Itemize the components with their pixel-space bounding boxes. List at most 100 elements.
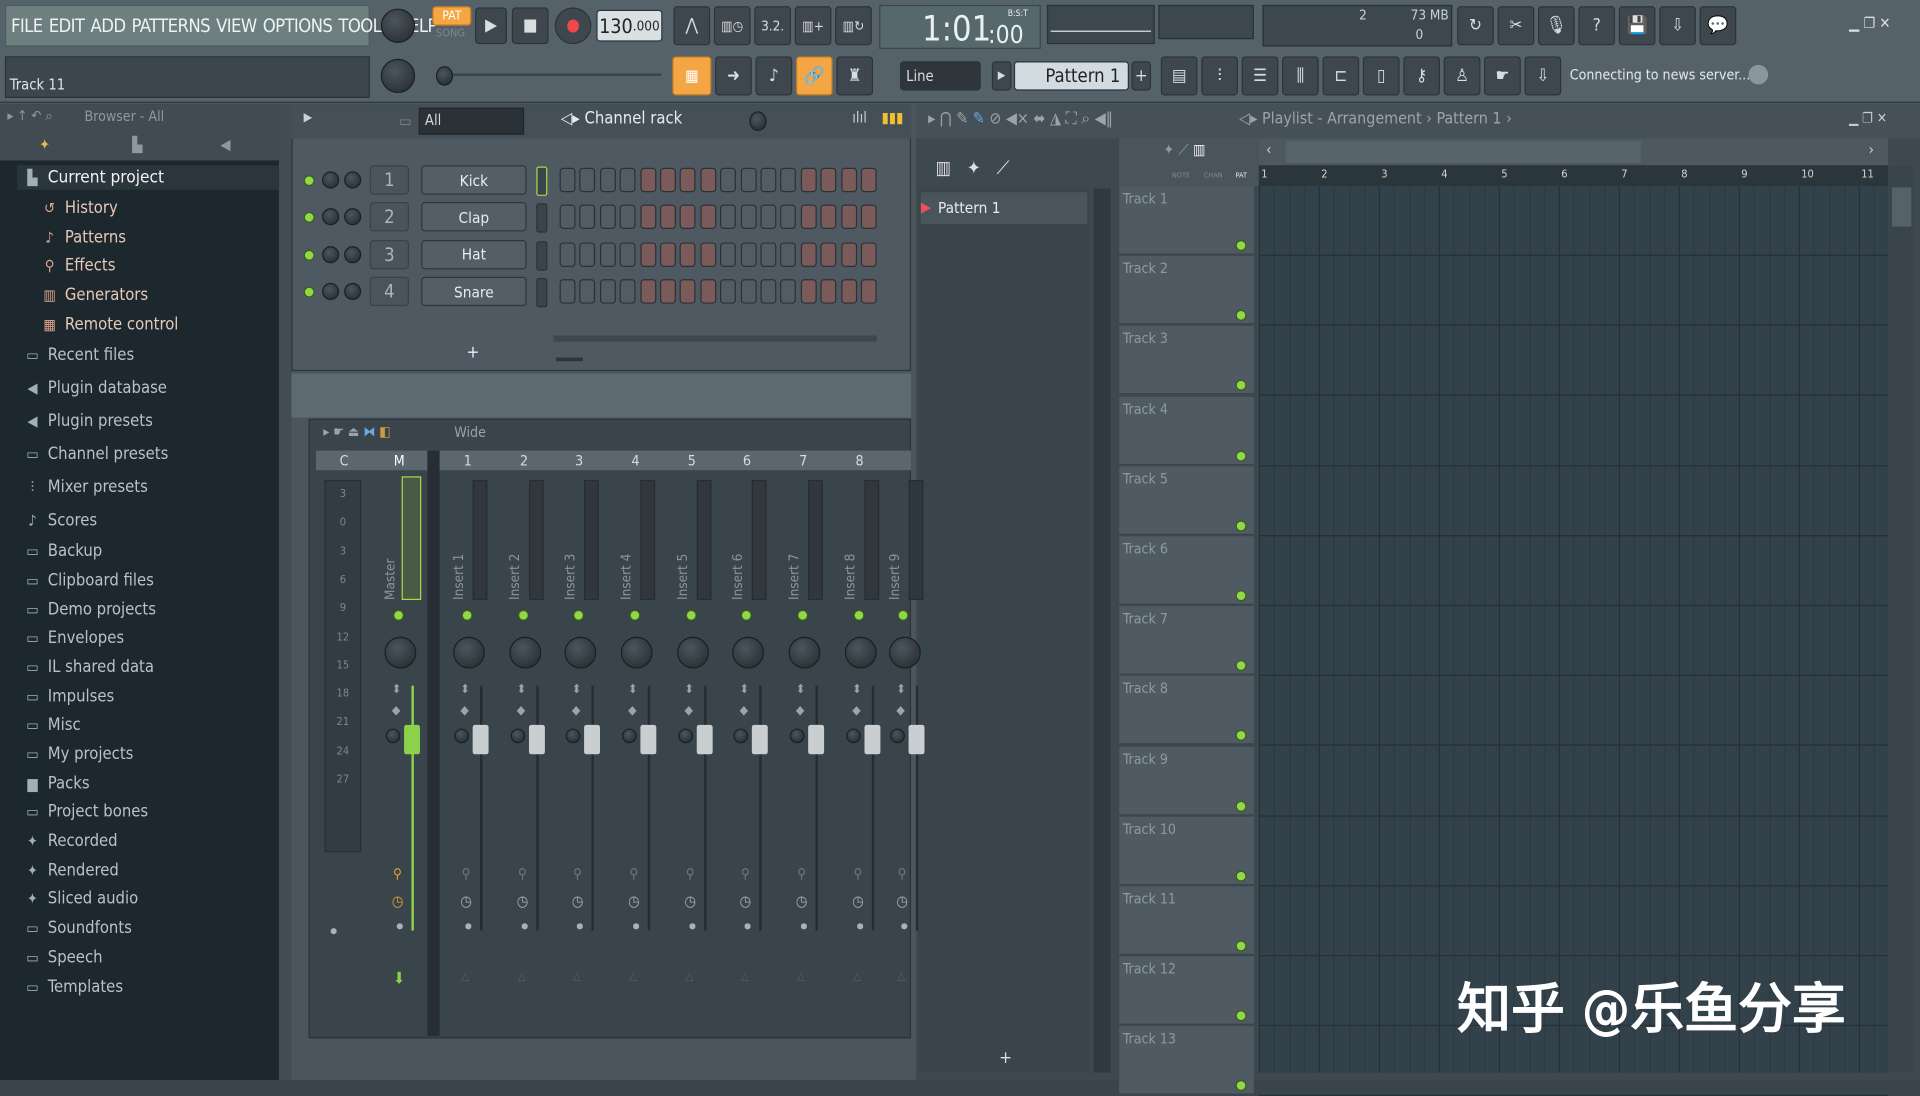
strip-enable-led[interactable] xyxy=(393,609,405,621)
main-volume-knob[interactable] xyxy=(380,8,416,43)
strip-name[interactable]: Insert 5 xyxy=(675,554,691,600)
browser-item-misc[interactable]: ▭ Misc xyxy=(24,715,80,735)
strip-pan-knob[interactable] xyxy=(384,636,417,669)
mixer-header-2[interactable]: 2 xyxy=(514,452,534,469)
strip-send-arrow[interactable]: △ xyxy=(462,971,470,983)
tempo-field[interactable]: 130.000 xyxy=(596,9,663,42)
strip-stereo-knob[interactable] xyxy=(565,728,581,744)
strip-stereo-icon[interactable]: ⬍ xyxy=(628,683,637,696)
strip-volume-fader[interactable] xyxy=(584,724,601,755)
track-header[interactable]: Track 8 xyxy=(1119,676,1254,745)
strip-stereo-icon[interactable]: ⬍ xyxy=(896,683,905,696)
strip-stereo-icon[interactable]: ⬍ xyxy=(392,683,401,696)
strip-name[interactable]: Insert 8 xyxy=(842,554,858,600)
channel-mixer-track[interactable]: 2 xyxy=(369,202,409,232)
mixer-layout-select[interactable]: Wide xyxy=(454,424,486,441)
strip-pan-knob[interactable] xyxy=(732,636,765,669)
ruler-bar-7[interactable]: 7 xyxy=(1621,169,1627,181)
timeline-ruler[interactable] xyxy=(1258,165,1889,187)
strip-enable-led[interactable] xyxy=(853,609,865,621)
browser-item-demo-projects[interactable]: ▭ Demo projects xyxy=(24,600,156,620)
window-controls[interactable]: ▁ ❐ ✕ xyxy=(1849,15,1890,32)
files-tab-icon[interactable]: ▙ xyxy=(132,136,142,153)
step-button[interactable] xyxy=(760,242,777,267)
channel-button-hat[interactable]: Hat xyxy=(421,239,527,270)
channel-button-snare[interactable]: Snare xyxy=(421,276,527,307)
browser-item-sliced-audio[interactable]: ✦ Sliced audio xyxy=(24,889,138,909)
step-button[interactable] xyxy=(800,242,817,267)
track-header[interactable]: Track 4 xyxy=(1119,396,1254,465)
step-button[interactable] xyxy=(760,167,777,193)
channel-mixer-track[interactable]: 4 xyxy=(369,276,409,307)
rack-menu-arrow[interactable]: ▶ xyxy=(304,111,312,124)
channel-button-clap[interactable]: Clap xyxy=(421,202,527,232)
strip-arm-icon[interactable]: ⚲ xyxy=(629,866,638,882)
browser-item-history[interactable]: ↺ History xyxy=(42,198,118,218)
step-button[interactable] xyxy=(740,242,757,267)
step-button[interactable] xyxy=(720,279,737,304)
browser-item-mixer-presets[interactable]: ⫶ Mixer presets xyxy=(24,478,148,498)
step-button[interactable] xyxy=(840,279,857,304)
add-pattern-button[interactable]: + xyxy=(1131,61,1152,91)
strip-stereo-knob[interactable] xyxy=(385,728,401,744)
step-button[interactable] xyxy=(619,167,636,193)
strip-arm-icon[interactable]: ⚲ xyxy=(518,866,527,882)
wait-input-button[interactable]: ▥◷ xyxy=(713,6,751,46)
mode-pat[interactable]: PAT xyxy=(1236,171,1248,180)
browser-item-il-shared-data[interactable]: ▭ IL shared data xyxy=(24,658,154,678)
strip-latency-icon[interactable]: ◷ xyxy=(796,893,808,910)
step-button[interactable] xyxy=(780,279,797,304)
step-button[interactable] xyxy=(860,242,877,267)
mode-note[interactable]: NOTE xyxy=(1172,171,1190,180)
playlist-tool-icons[interactable]: ▸ ⋂ ✎ ✎ ⊘ ◀× ⬌ ◮ ⛶ ⌕ ◀‖ xyxy=(928,110,1113,128)
record-button[interactable]: ● xyxy=(554,7,592,45)
strip-pan-knob[interactable] xyxy=(844,636,877,669)
step-button[interactable] xyxy=(780,204,797,230)
strip-route-dot[interactable] xyxy=(465,923,472,930)
strip-send-arrow[interactable]: △ xyxy=(853,971,861,983)
strip-arm-icon[interactable]: ⚲ xyxy=(686,866,695,882)
strip-stereo-icon[interactable]: ⬍ xyxy=(796,683,805,696)
snap-selector[interactable]: Line xyxy=(900,61,981,91)
strip-swap-icon[interactable]: ◆ xyxy=(896,704,904,717)
step-button[interactable] xyxy=(780,242,797,267)
step-button[interactable] xyxy=(579,279,596,304)
swing-knob[interactable] xyxy=(749,111,767,132)
channel-volume-knob[interactable] xyxy=(344,171,362,189)
strip-route-dot[interactable] xyxy=(521,923,528,930)
channel-mixer-track[interactable]: 3 xyxy=(369,239,409,270)
strip-name[interactable]: Insert 4 xyxy=(618,554,634,600)
strip-swap-icon[interactable]: ◆ xyxy=(684,704,692,717)
step-button[interactable] xyxy=(820,279,837,304)
arrangement-grid[interactable] xyxy=(1258,186,1906,1096)
step-button[interactable] xyxy=(700,204,717,230)
typing-keyboard-button[interactable]: ♪ xyxy=(755,56,793,96)
strip-route-dot[interactable] xyxy=(901,923,908,930)
step-button[interactable] xyxy=(820,167,837,193)
strip-route-dot[interactable] xyxy=(633,923,640,930)
strip-send-arrow[interactable]: △ xyxy=(797,971,805,983)
piano-roll-button[interactable]: ▤ xyxy=(1160,56,1198,96)
browser-button[interactable]: ▯ xyxy=(1362,56,1400,96)
time-display[interactable]: 1:01 :00 B:S:T xyxy=(879,4,1041,49)
step-button[interactable] xyxy=(680,204,696,230)
strip-latency-icon[interactable]: ◷ xyxy=(852,893,864,910)
playlist-filter-icons[interactable]: ✦ ⟋ ▥ xyxy=(1163,141,1205,159)
strip-name[interactable]: Insert 7 xyxy=(786,554,802,600)
track-enable-led[interactable] xyxy=(1235,800,1247,812)
strip-name[interactable]: Insert 2 xyxy=(507,554,523,600)
browser-item-impulses[interactable]: ▭ Impulses xyxy=(24,687,114,707)
track-enable-led[interactable] xyxy=(1235,450,1247,462)
mixer-header-c[interactable]: C xyxy=(334,452,354,469)
strip-route-dot[interactable] xyxy=(576,923,583,930)
strip-route-dot[interactable] xyxy=(396,923,403,930)
strip-enable-led[interactable] xyxy=(685,609,697,621)
song-mode-button[interactable]: SONG xyxy=(436,28,465,40)
ruler-bar-3[interactable]: 3 xyxy=(1381,169,1387,181)
channel-button-kick[interactable]: Kick xyxy=(421,165,527,195)
strip-stereo-knob[interactable] xyxy=(789,728,805,744)
mixer-header-1[interactable]: 1 xyxy=(458,452,478,469)
main-pitch-knob[interactable] xyxy=(380,58,416,94)
step-button[interactable] xyxy=(860,204,877,230)
strip-arm-icon[interactable]: ⚲ xyxy=(462,866,471,882)
